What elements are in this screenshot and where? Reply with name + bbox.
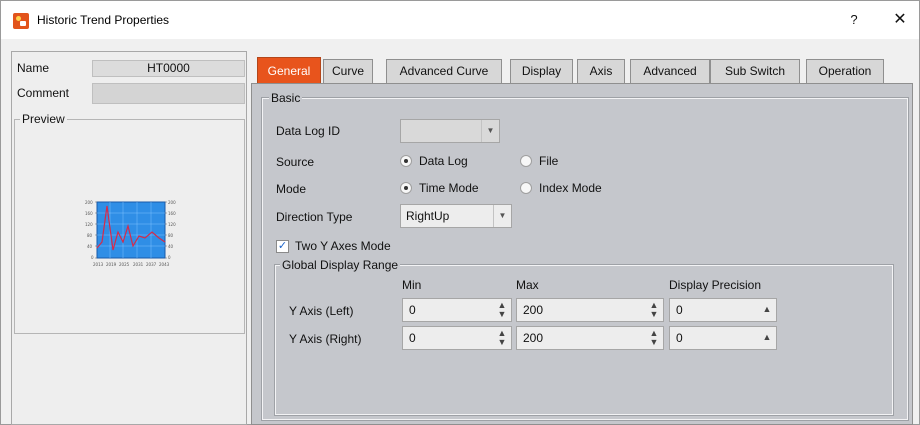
svg-text:80: 80 xyxy=(87,233,93,238)
y-axis-left-label: Y Axis (Left) xyxy=(289,304,354,318)
app-icon xyxy=(13,13,29,29)
spin-arrows-icon[interactable]: ▲ ▼ xyxy=(497,329,507,347)
y-axis-right-label: Y Axis (Right) xyxy=(289,332,362,346)
tab-operation[interactable]: Operation xyxy=(806,59,884,83)
source-radio-file[interactable]: File xyxy=(520,154,558,168)
y-axis-left-max-input[interactable]: 200 ▲ ▼ xyxy=(516,298,664,322)
preview-label: Preview xyxy=(20,112,67,126)
mode-radio-index[interactable]: Index Mode xyxy=(520,181,602,195)
trend-preview-image: 20016012080400 20016012080400 2013 2019 20… xyxy=(85,200,176,267)
y-axis-left-precision-value: 0 xyxy=(676,303,683,317)
source-radio-data-log[interactable]: Data Log xyxy=(400,154,468,168)
tab-advanced-curve[interactable]: Advanced Curve xyxy=(386,59,502,83)
tab-advanced[interactable]: Advanced xyxy=(630,59,710,83)
chevron-down-icon: ▼ xyxy=(493,205,511,227)
svg-text:0: 0 xyxy=(91,255,94,260)
source-label: Source xyxy=(276,155,315,169)
direction-type-value: RightUp xyxy=(406,209,450,223)
two-y-axes-label: Two Y Axes Mode xyxy=(295,239,391,253)
basic-group: Basic Data Log ID ▼ Source Data Log File… xyxy=(261,91,909,421)
svg-text:200: 200 xyxy=(168,200,176,205)
svg-text:120: 120 xyxy=(85,222,93,227)
svg-text:2037: 2037 xyxy=(146,262,157,267)
spin-arrows-icon[interactable]: ▲ ▼ xyxy=(497,301,507,319)
direction-type-select[interactable]: RightUp ▼ xyxy=(400,204,512,228)
y-axis-right-max-value: 200 xyxy=(523,331,544,345)
comment-label: Comment xyxy=(17,86,70,100)
svg-text:160: 160 xyxy=(85,211,93,216)
y-axis-left-max-value: 200 xyxy=(523,303,544,317)
preview-group: Preview 200 160 120 80 40 0 200 160 120 80 40 0 20… xyxy=(14,112,245,334)
radio-unselected-icon xyxy=(520,155,532,167)
mode-label: Mode xyxy=(276,182,307,196)
y-axis-right-max-input[interactable]: 200 ▲ ▼ xyxy=(516,326,664,350)
mode-option-time: Time Mode xyxy=(419,181,479,195)
data-log-id-label: Data Log ID xyxy=(276,124,341,138)
svg-text:200: 200 xyxy=(85,200,93,205)
comment-field[interactable] xyxy=(92,83,245,104)
svg-text:160: 160 xyxy=(168,211,176,216)
data-log-id-select[interactable]: ▼ xyxy=(400,119,500,143)
global-display-range-label: Global Display Range xyxy=(280,258,401,272)
tab-axis[interactable]: Axis xyxy=(577,59,625,83)
source-option-file: File xyxy=(539,154,559,168)
chevron-down-icon: ▼ xyxy=(481,120,499,142)
svg-text:2013: 2013 xyxy=(93,262,104,267)
close-button[interactable]: ✕ xyxy=(890,10,910,30)
svg-text:2019: 2019 xyxy=(106,262,117,267)
y-axis-right-min-input[interactable]: 0 ▲ ▼ xyxy=(402,326,512,350)
general-tab-content: Basic Data Log ID ▼ Source Data Log File… xyxy=(251,83,913,425)
checkmark-icon: ✓ xyxy=(276,239,289,253)
chevron-up-icon[interactable]: ▲ xyxy=(762,305,772,314)
spin-arrows-icon[interactable]: ▲ ▼ xyxy=(649,329,659,347)
title-bar: Historic Trend Properties ? ✕ xyxy=(1,1,919,39)
tab-curve[interactable]: Curve xyxy=(323,59,373,83)
spin-arrows-icon[interactable]: ▲ ▼ xyxy=(649,301,659,319)
tab-general[interactable]: General xyxy=(257,57,321,83)
global-display-range-group: Global Display Range Min Max Display Pre… xyxy=(274,258,894,416)
y-axis-left-min-input[interactable]: 0 ▲ ▼ xyxy=(402,298,512,322)
svg-text:2031: 2031 xyxy=(133,262,144,267)
y-axis-right-min-value: 0 xyxy=(409,331,416,345)
y-axis-right-precision-value: 0 xyxy=(676,331,683,345)
chevron-up-icon[interactable]: ▲ xyxy=(762,333,772,342)
basic-group-label: Basic xyxy=(269,91,303,105)
tab-display[interactable]: Display xyxy=(510,59,573,83)
svg-text:0: 0 xyxy=(168,255,171,260)
mode-radio-time[interactable]: Time Mode xyxy=(400,181,479,195)
window-title: Historic Trend Properties xyxy=(37,13,170,27)
svg-text:120: 120 xyxy=(168,222,176,227)
svg-text:2043: 2043 xyxy=(159,262,170,267)
two-y-axes-checkbox[interactable]: ✓ Two Y Axes Mode xyxy=(276,239,391,253)
svg-text:40: 40 xyxy=(87,244,93,249)
name-field[interactable]: HT0000 xyxy=(92,60,245,77)
properties-tabs-panel: General Curve Advanced Curve Display Axi… xyxy=(251,51,913,425)
y-axis-right-precision-input[interactable]: 0 ▲ xyxy=(669,326,777,350)
direction-type-label: Direction Type xyxy=(276,210,353,224)
name-label: Name xyxy=(17,61,50,75)
tab-sub-switch[interactable]: Sub Switch xyxy=(710,59,800,83)
radio-unselected-icon xyxy=(520,182,532,194)
tab-strip: General Curve Advanced Curve Display Axi… xyxy=(251,57,913,83)
svg-text:2025: 2025 xyxy=(119,262,130,267)
y-axis-left-precision-input[interactable]: 0 ▲ xyxy=(669,298,777,322)
svg-text:40: 40 xyxy=(168,244,174,249)
y-axis-left-min-value: 0 xyxy=(409,303,416,317)
precision-column-header: Display Precision xyxy=(669,278,762,292)
radio-selected-icon xyxy=(400,155,412,167)
mode-option-index: Index Mode xyxy=(539,181,602,195)
min-column-header: Min xyxy=(402,278,422,292)
max-column-header: Max xyxy=(516,278,539,292)
source-option-data-log: Data Log xyxy=(419,154,468,168)
object-info-panel: Name HT0000 Comment Preview 200 160 120 80 4… xyxy=(11,51,247,425)
radio-selected-icon xyxy=(400,182,412,194)
svg-text:80: 80 xyxy=(168,233,174,238)
properties-dialog: Historic Trend Properties ? ✕ Name HT000… xyxy=(0,0,920,425)
help-button[interactable]: ? xyxy=(844,10,864,30)
